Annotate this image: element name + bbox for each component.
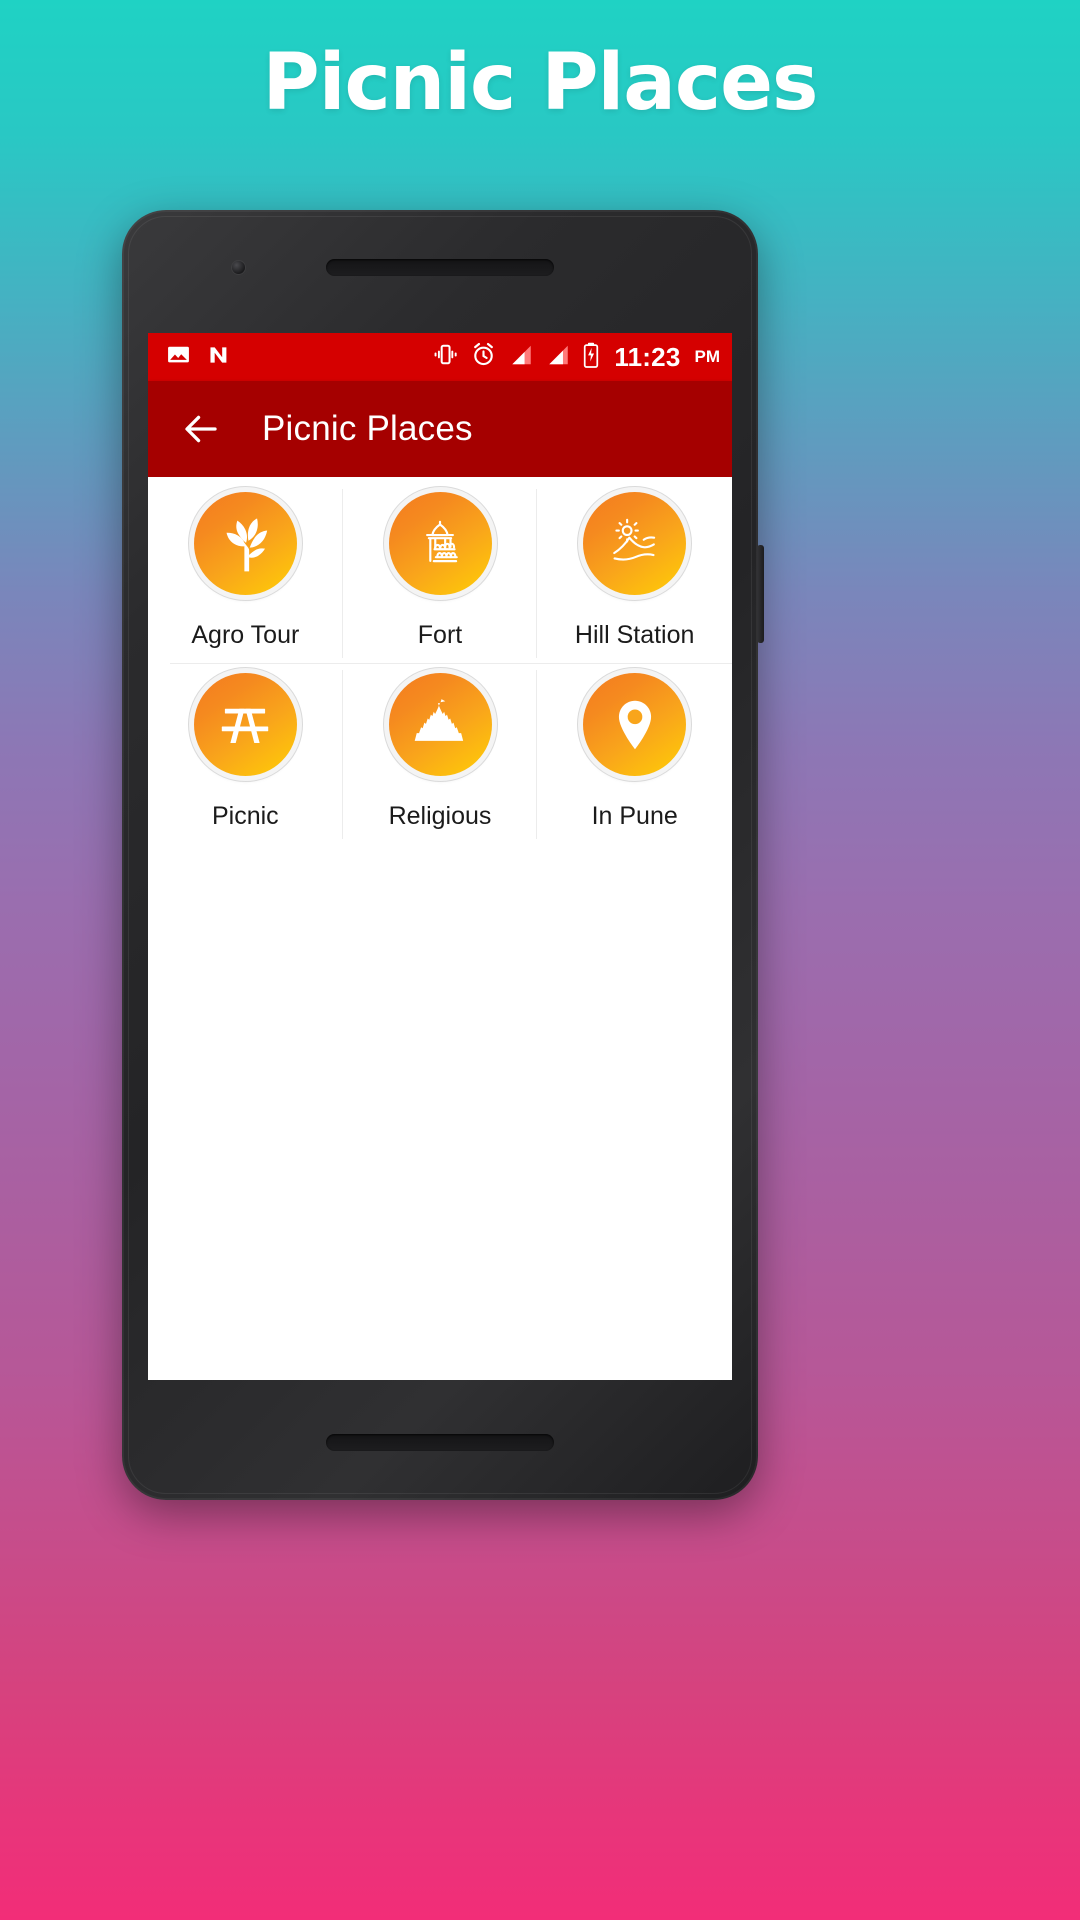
bottom-speaker-icon <box>326 1434 554 1451</box>
back-arrow-icon[interactable] <box>180 408 222 450</box>
picnic-table-icon <box>193 673 297 776</box>
status-bar: 11:23 PM <box>148 333 732 381</box>
image-icon <box>166 342 191 372</box>
status-bar-ampm: PM <box>694 347 721 366</box>
grid-item-label: Picnic <box>211 802 279 830</box>
status-bar-left-icons <box>166 342 233 373</box>
grid-row: Picnic Religious In Pune <box>148 664 732 845</box>
phone-mockup: 11:23 PM Picnic Places Agro Tour Fort Hi… <box>122 210 764 1500</box>
front-camera-icon <box>232 261 245 274</box>
grid-item-label: Religious <box>388 802 492 830</box>
grid-item-agro-tour[interactable]: Agro Tour <box>148 483 343 664</box>
grid-item-in-pune[interactable]: In Pune <box>537 664 732 845</box>
grid-item-label: Fort <box>417 621 463 649</box>
grid-item-label: Agro Tour <box>191 621 300 649</box>
signal-bars-2-icon <box>545 342 571 373</box>
grid-item-fort[interactable]: Fort <box>343 483 538 664</box>
grid-item-picnic[interactable]: Picnic <box>148 664 343 845</box>
nougat-n-icon <box>207 342 233 373</box>
hill-sunrise-icon <box>583 492 687 595</box>
fort-building-icon <box>388 492 492 595</box>
category-grid: Agro Tour Fort Hill Station Picnic Relig… <box>148 477 732 1380</box>
map-pin-icon <box>583 673 687 776</box>
grid-item-hill-station[interactable]: Hill Station <box>537 483 732 664</box>
power-button[interactable] <box>757 545 764 643</box>
grid-item-label: In Pune <box>591 802 678 830</box>
alarm-icon <box>470 341 497 373</box>
plant-leaf-icon <box>193 492 297 595</box>
phone-screen: 11:23 PM Picnic Places Agro Tour Fort Hi… <box>148 333 732 1380</box>
app-bar-title: Picnic Places <box>262 409 473 448</box>
grid-item-religious[interactable]: Religious <box>343 664 538 845</box>
signal-bars-icon <box>508 342 534 373</box>
vibrate-icon <box>432 341 459 373</box>
temple-mountain-icon <box>388 673 492 776</box>
app-bar: Picnic Places <box>148 381 732 477</box>
page-title: Picnic Places <box>262 38 819 128</box>
status-bar-time: 11:23 <box>614 341 681 372</box>
grid-item-label: Hill Station <box>574 621 695 649</box>
battery-icon <box>582 342 600 373</box>
earpiece-speaker-icon <box>326 259 554 276</box>
status-bar-right-icons: 11:23 PM <box>432 341 720 373</box>
grid-row: Agro Tour Fort Hill Station <box>148 483 732 664</box>
